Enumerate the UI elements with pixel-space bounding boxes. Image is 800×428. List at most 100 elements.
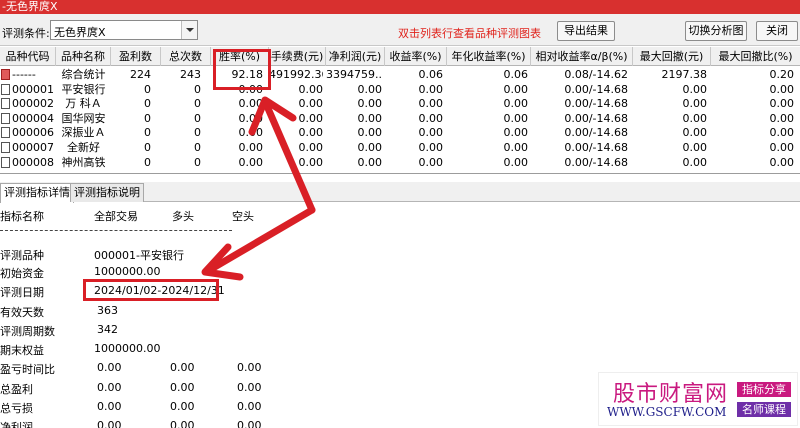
table-cell-ret: 0.06 (418, 68, 444, 81)
document-icon (1, 156, 10, 168)
col-header-name[interactable]: 品种名称 (56, 47, 111, 66)
export-button[interactable]: 导出结果 (557, 21, 615, 41)
chevron-down-icon[interactable] (181, 21, 197, 39)
switch-chart-button[interactable]: 切换分析图 (685, 21, 747, 41)
table-cell-name: 神州高铁 (61, 155, 106, 169)
table-cell-maxdd: 0.00 (682, 111, 708, 125)
close-button[interactable]: 关闭 (756, 21, 798, 41)
col-header-total[interactable]: 总次数 (161, 47, 211, 66)
col-header-return[interactable]: 收益率(%) (385, 47, 447, 66)
table-cell-maxddr: 0.00 (769, 82, 795, 96)
toolbar: 评测条件: 无色界庹X 双击列表行查看品种评测图表 导出结果 切换分析图 关闭 (0, 14, 800, 46)
table-cell-maxdd: 0.00 (682, 141, 708, 154)
detail-header-all: 全部交易 (94, 210, 138, 223)
table-cell-maxddr: 0.20 (769, 68, 795, 81)
table-cell-rel: 0.00/-14.68 (564, 97, 628, 111)
table-cell-code: 000006 (12, 126, 54, 140)
table-row[interactable]: 000007 全新好 0 0 0.00 0.00 0.00 0.00 0.00 0.00/-14.… (0, 140, 800, 155)
table-cell-name: 综合统计 (61, 68, 106, 81)
detail-value-all: 0.00 (97, 400, 122, 413)
table-row[interactable]: 000001 平安银行 0 0 0.00 0.00 0.00 0.00 0.00 0.00/-14… (0, 82, 800, 97)
col-header-maxdd[interactable]: 最大回撤(元) (633, 47, 711, 66)
detail-label: 净利润 (0, 421, 33, 428)
col-header-fee[interactable]: 手续费(元) (269, 47, 326, 66)
table-cell-winrate: 0.00 (238, 97, 264, 111)
table-cell-rel: 0.00/-14.68 (564, 155, 628, 169)
table-cell-code: ------ (12, 68, 36, 81)
document-icon (1, 112, 10, 124)
table-row-summary[interactable]: ------ 综合统计 224 243 92.18 491992.363394759...… (0, 67, 800, 82)
table-cell-total: 243 (180, 68, 201, 81)
detail-value-all: 2024/01/02-2024/12/31 (94, 284, 225, 297)
table-cell-winrate: 0.00 (238, 82, 264, 96)
table-cell-profit: 0.00 (357, 126, 383, 140)
table-cell-name: 深振业Ａ (61, 126, 106, 140)
table-cell-fee: 0.00 (298, 97, 324, 111)
detail-label: 总盈利 (0, 383, 33, 396)
table-cell-maxddr: 0.00 (769, 111, 795, 125)
table-cell-code: 000002 (12, 97, 54, 111)
detail-value-short: 0.00 (237, 419, 262, 428)
detail-value-short: 0.00 (237, 400, 262, 413)
table-cell-name: 平安银行 (61, 82, 106, 96)
detail-label: 期末权益 (0, 344, 44, 357)
table-cell-maxddr: 0.00 (769, 141, 795, 154)
col-header-relative[interactable]: 相对收益率α/β(%) (531, 47, 633, 66)
table-cell-ret: 0.00 (418, 126, 444, 140)
table-cell-total: 0 (194, 97, 201, 111)
col-header-maxddr[interactable]: 最大回撤比(%) (711, 47, 800, 66)
document-icon (1, 142, 10, 153)
detail-value-all: 363 (97, 304, 118, 317)
detail-header-short: 空头 (232, 210, 254, 223)
detail-value-all: 0.00 (97, 381, 122, 394)
table-cell-profit: 0.00 (357, 141, 383, 154)
table-cell-maxddr: 0.00 (769, 155, 795, 169)
table-cell-profit: 0.00 (357, 111, 383, 125)
detail-value-all: 1000000.00 (94, 265, 161, 278)
col-header-winrate[interactable]: 胜率(%) (211, 47, 269, 66)
table-cell-maxddr: 0.00 (769, 126, 795, 140)
condition-label: 评测条件: (2, 27, 50, 40)
table-cell-rel: 0.00/-14.68 (564, 111, 628, 125)
table-cell-name: 万 科Ａ (65, 97, 102, 111)
table-row[interactable]: 000006 深振业Ａ 0 0 0.00 0.00 0.00 0.00 0.00 0.00/-14… (0, 125, 800, 140)
table-cell-profit: 3394759.... (326, 68, 382, 81)
table-cell-maxddr: 0.00 (769, 97, 795, 111)
table-row[interactable]: 000002 万 科Ａ 0 0 0.00 0.00 0.00 0.00 0.00 0.00/-14… (0, 96, 800, 111)
tab-metric-details[interactable]: 评测指标详情 (0, 183, 74, 203)
col-header-code[interactable]: 品种代码 (0, 47, 56, 66)
condition-select[interactable]: 无色界庹X (50, 20, 198, 40)
table-header: 品种代码 品种名称 盈利数 总次数 胜率(%) 手续费(元) 净利润(元) 收益… (0, 47, 800, 66)
hint-text: 双击列表行查看品种评测图表 (398, 27, 541, 40)
summary-icon (1, 69, 10, 80)
table-cell-wins: 224 (130, 68, 151, 81)
watermark-url: WWW.GSCFW.COM (607, 405, 727, 419)
table-cell-annual: 0.00 (503, 111, 529, 125)
table-cell-code: 000007 (12, 141, 54, 154)
table-cell-fee: 0.00 (298, 82, 324, 96)
table-row[interactable]: 000004 国华网安 0 0 0.00 0.00 0.00 0.00 0.00 0.00/-14… (0, 111, 800, 126)
table-cell-profit: 0.00 (357, 155, 383, 169)
detail-divider (0, 230, 232, 231)
table-cell-maxdd: 0.00 (682, 155, 708, 169)
col-header-wins[interactable]: 盈利数 (111, 47, 161, 66)
table-cell-annual: 0.00 (503, 97, 529, 111)
document-icon (1, 98, 10, 110)
table-cell-annual: 0.00 (503, 155, 529, 169)
table-cell-maxdd: 2197.38 (661, 68, 708, 81)
detail-label: 盈亏时间比 (0, 363, 55, 376)
table-cell-profit: 0.00 (357, 97, 383, 111)
table-cell-maxdd: 0.00 (682, 97, 708, 111)
table-cell-ret: 0.00 (418, 97, 444, 111)
table-cell-wins: 0 (144, 82, 151, 96)
table-row[interactable]: 000008 神州高铁 0 0 0.00 0.00 0.00 0.00 0.00 0.00/-14… (0, 155, 800, 170)
table-cell-wins: 0 (144, 141, 151, 154)
table-cell-ret: 0.00 (418, 141, 444, 154)
table-cell-code: 000001 (12, 82, 54, 96)
detail-value-short: 0.00 (237, 361, 262, 374)
col-header-annual[interactable]: 年化收益率(%) (447, 47, 531, 66)
tab-metric-explanation[interactable]: 评测指标说明 (70, 183, 144, 202)
col-header-profit[interactable]: 净利润(元) (326, 47, 385, 66)
results-table: ------ 综合统计 224 243 92.18 491992.363394759...… (0, 66, 800, 174)
table-cell-total: 0 (194, 82, 201, 96)
